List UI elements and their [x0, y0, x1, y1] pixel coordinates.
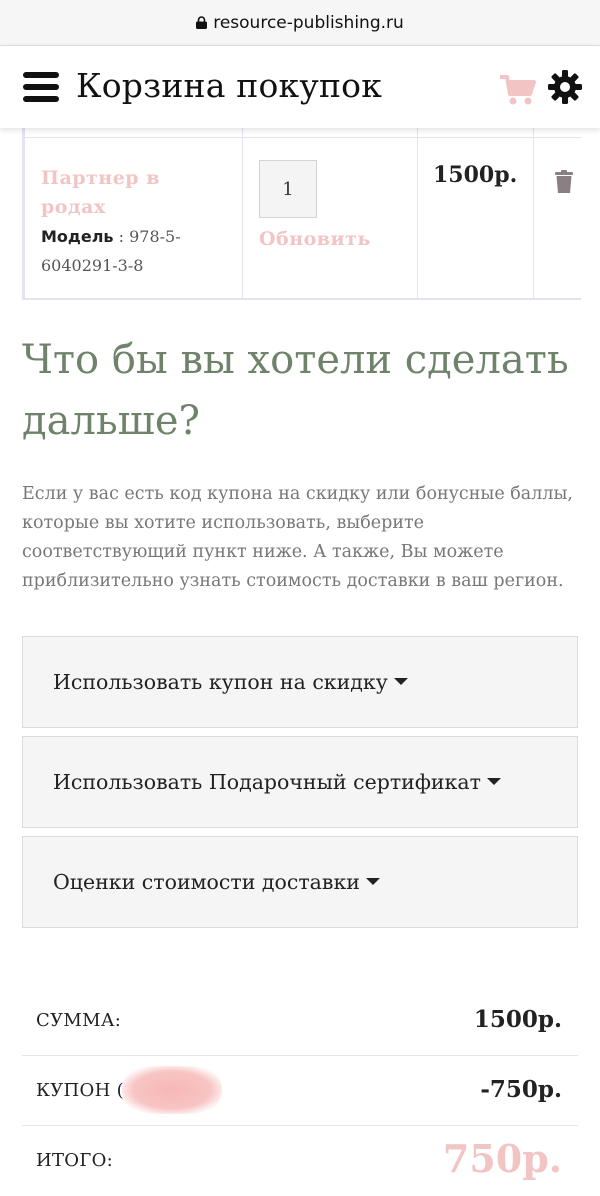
model-label: Модель	[41, 227, 114, 246]
gear-icon[interactable]	[548, 70, 582, 104]
coupon-label: КУПОН (	[36, 1080, 124, 1101]
gift-certificate-panel-label: Использовать Подарочный сертификат	[53, 770, 481, 794]
gift-certificate-panel[interactable]: Использовать Подарочный сертификат	[22, 736, 578, 828]
next-steps-description: Если у вас есть код купона на скидку или…	[22, 484, 573, 591]
redacted-coupon-code	[122, 1066, 222, 1114]
sum-value: 1500р.	[473, 1006, 562, 1033]
total-value: 750р.	[442, 1136, 562, 1181]
lock-icon	[196, 16, 208, 29]
product-name-link[interactable]: Партнер в родах	[41, 164, 231, 222]
browser-url-bar[interactable]: resource-publishing.ru	[0, 0, 600, 46]
totals-row-sum: СУММА: 1500р.	[22, 986, 578, 1056]
sum-label: СУММА:	[36, 1010, 122, 1031]
coupon-value: -750р.	[480, 1076, 562, 1103]
page-title: Корзина покупок	[76, 66, 383, 105]
caret-down-icon	[486, 778, 501, 785]
next-steps-heading: Что бы вы хотели сделать дальше?	[22, 337, 569, 444]
app-header: Корзина покупок	[0, 46, 600, 128]
cart-table: Партнер в родах Модель : 978-5-6040291-3…	[22, 128, 581, 300]
menu-icon[interactable]	[23, 72, 59, 102]
caret-down-icon	[393, 678, 408, 685]
coupon-panel[interactable]: Использовать купон на скидку	[22, 636, 578, 728]
caret-down-icon	[365, 878, 380, 885]
product-model: Модель : 978-5-6040291-3-8	[41, 222, 231, 280]
shipping-estimate-panel-label: Оценки стоимости доставки	[53, 870, 360, 894]
item-price: 1500р.	[433, 162, 518, 188]
quantity-input[interactable]: 1	[259, 160, 317, 218]
shopping-cart-icon[interactable]	[500, 74, 536, 106]
url-text: resource-publishing.ru	[213, 12, 404, 33]
update-button[interactable]: Обновить	[259, 228, 371, 250]
coupon-panel-label: Использовать купон на скидку	[53, 670, 388, 694]
totals-row-coupon: КУПОН ( -750р.	[22, 1056, 578, 1126]
trash-icon[interactable]	[555, 170, 573, 194]
shipping-estimate-panel[interactable]: Оценки стоимости доставки	[22, 836, 578, 928]
totals-row-total: ИТОГО: 750р.	[22, 1126, 578, 1196]
total-label: ИТОГО:	[36, 1150, 113, 1171]
